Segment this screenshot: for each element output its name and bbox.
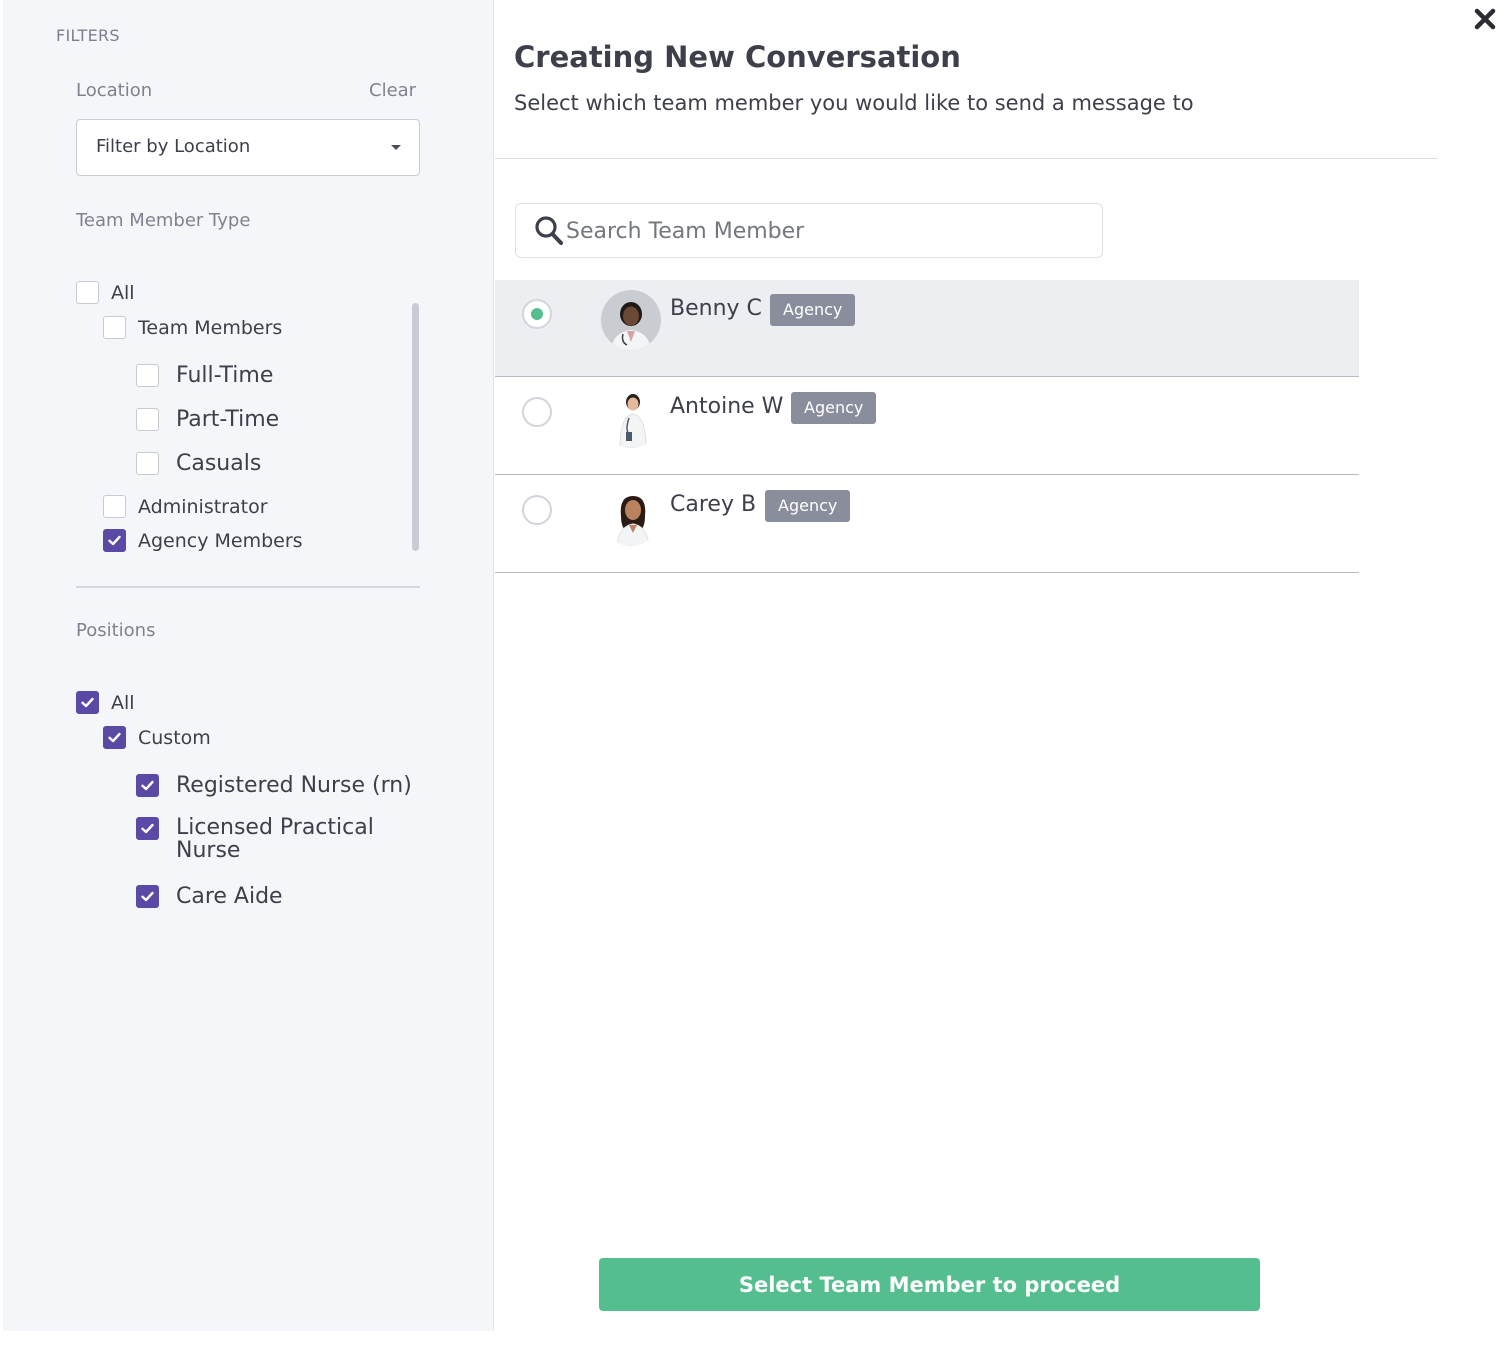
positions-care-aide-checkbox[interactable]: Care Aide	[136, 884, 283, 909]
checkbox-label: Full-Time	[176, 363, 274, 388]
section-divider	[76, 586, 420, 588]
search-icon	[535, 216, 563, 245]
member-type-all-checkbox[interactable]: All	[76, 281, 135, 304]
agency-badge: Agency	[770, 294, 856, 326]
clear-location-link[interactable]: Clear	[369, 80, 416, 101]
checkbox[interactable]	[136, 817, 159, 840]
checkmark-icon	[108, 535, 121, 546]
member-type-part-time-checkbox[interactable]: Part-Time	[136, 407, 279, 432]
member-name: Carey B	[670, 492, 757, 517]
checkbox-label: Casuals	[176, 451, 262, 476]
avatar	[601, 388, 661, 448]
search-input[interactable]	[566, 214, 1086, 248]
positions-label: Positions	[76, 620, 156, 641]
checkbox[interactable]	[103, 495, 126, 518]
checkbox[interactable]	[76, 281, 99, 304]
member-type-scrollbar[interactable]	[412, 303, 419, 551]
checkbox-label: Licensed Practical Nurse	[176, 815, 374, 863]
header-divider	[495, 158, 1438, 159]
close-button[interactable]	[1472, 6, 1498, 32]
filters-sidebar: FILTERS Location Clear Filter by Locatio…	[3, 0, 494, 1331]
positions-all-checkbox[interactable]: All	[76, 691, 135, 714]
checkbox-label: Agency Members	[138, 529, 303, 552]
location-select-value: Filter by Location	[96, 136, 251, 157]
checkbox-label: Registered Nurse (rn)	[176, 773, 412, 798]
member-type-agency-members-checkbox[interactable]: Agency Members	[103, 529, 303, 552]
checkmark-icon	[141, 891, 154, 902]
checkbox[interactable]	[136, 408, 159, 431]
member-type-team-members-checkbox[interactable]: Team Members	[103, 316, 282, 339]
member-name: Benny C	[670, 296, 762, 321]
page-subtitle: Select which team member you would like …	[514, 91, 1194, 115]
checkbox[interactable]	[136, 885, 159, 908]
avatar	[601, 290, 661, 350]
filters-title: FILTERS	[56, 26, 120, 45]
checkbox[interactable]	[103, 316, 126, 339]
member-row[interactable]: Benny C Agency	[495, 280, 1359, 377]
checkbox[interactable]	[103, 726, 126, 749]
agency-badge: Agency	[791, 392, 877, 424]
member-radio[interactable]	[522, 495, 552, 525]
checkbox-label: Care Aide	[176, 884, 283, 909]
member-name: Antoine W	[670, 394, 784, 419]
close-icon	[1474, 8, 1496, 30]
checkmark-icon	[108, 732, 121, 743]
checkbox[interactable]	[136, 774, 159, 797]
checkbox-label: Custom	[138, 726, 211, 749]
member-radio[interactable]	[522, 397, 552, 427]
member-type-administrator-checkbox[interactable]: Administrator	[103, 495, 268, 518]
positions-custom-checkbox[interactable]: Custom	[103, 726, 211, 749]
location-label: Location	[76, 80, 153, 101]
member-row[interactable]: Antoine W Agency	[495, 378, 1359, 475]
checkbox-label: Administrator	[138, 495, 268, 518]
checkbox-label: All	[111, 691, 135, 714]
checkbox-label: Part-Time	[176, 407, 280, 432]
checkmark-icon	[141, 780, 154, 791]
checkbox-label: Team Members	[138, 316, 283, 339]
avatar	[601, 486, 661, 546]
checkbox[interactable]	[76, 691, 99, 714]
search-box[interactable]	[515, 203, 1103, 258]
team-member-type-label: Team Member Type	[76, 210, 251, 231]
agency-badge: Agency	[765, 490, 851, 522]
checkmark-icon	[81, 697, 94, 708]
member-row[interactable]: Carey B Agency	[495, 476, 1359, 573]
checkmark-icon	[141, 823, 154, 834]
checkbox[interactable]	[103, 529, 126, 552]
checkbox[interactable]	[136, 364, 159, 387]
positions-registered-nurse-checkbox[interactable]: Registered Nurse (rn)	[136, 773, 412, 798]
member-radio[interactable]	[522, 299, 552, 329]
member-type-casuals-checkbox[interactable]: Casuals	[136, 451, 261, 476]
member-type-full-time-checkbox[interactable]: Full-Time	[136, 363, 273, 388]
proceed-button[interactable]: Select Team Member to proceed	[599, 1258, 1260, 1311]
positions-licensed-practical-nurse-checkbox[interactable]: Licensed Practical Nurse	[136, 815, 406, 863]
location-select[interactable]: Filter by Location	[76, 119, 420, 176]
page-title: Creating New Conversation	[514, 40, 961, 74]
chevron-down-icon	[391, 145, 401, 150]
checkbox[interactable]	[136, 452, 159, 475]
checkbox-label: All	[111, 281, 135, 304]
